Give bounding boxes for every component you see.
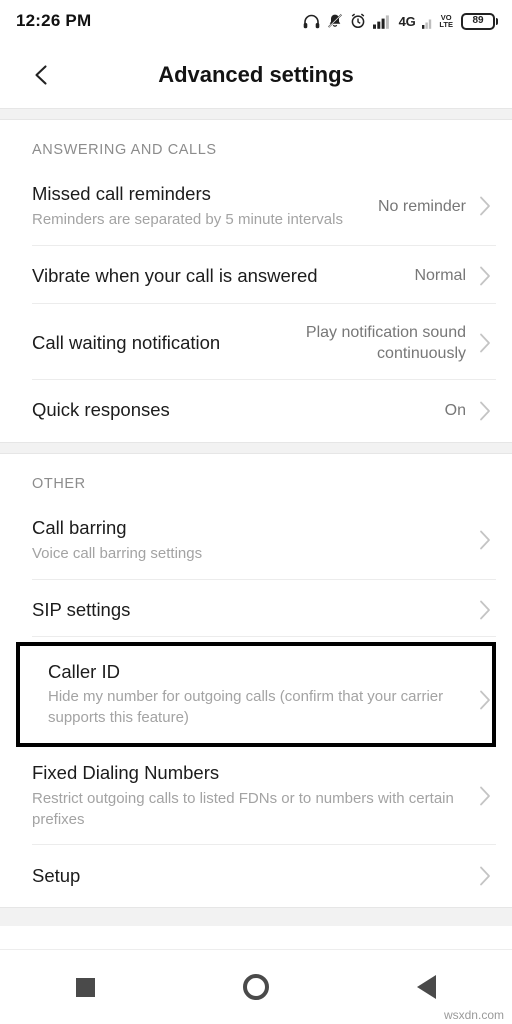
row-caller-id[interactable]: Caller ID Hide my number for outgoing ca… <box>16 641 496 747</box>
recents-button[interactable] <box>45 957 125 1017</box>
row-sip-settings[interactable]: SIP settings <box>0 579 512 642</box>
row-subtitle: Reminders are separated by 5 minute inte… <box>32 210 343 228</box>
chevron-right-icon-caller-id <box>474 690 496 710</box>
row-title: Missed call reminders <box>32 183 211 204</box>
chevron-right-icon <box>474 866 496 886</box>
mute-bell-icon <box>327 13 343 29</box>
chevron-right-icon <box>474 530 496 550</box>
home-button[interactable] <box>216 957 296 1017</box>
battery-level-label: 89 <box>472 15 484 26</box>
row-value: On <box>444 402 466 420</box>
alarm-icon <box>350 13 366 29</box>
row-title: Fixed Dialing Numbers <box>32 761 220 783</box>
status-bar: 12:26 PM 4G VO LTE 89 <box>0 0 512 42</box>
row-title: Call barring <box>32 516 127 538</box>
list-bottom-strip <box>0 907 512 927</box>
battery-cap <box>496 17 498 25</box>
phone-screen: 12:26 PM 4G VO LTE 89 Advanced settings … <box>0 0 512 1024</box>
chevron-right-icon <box>474 401 496 421</box>
row-vibrate-when-answered[interactable]: Vibrate when your call is answered Norma… <box>0 245 512 308</box>
row-call-waiting-notification[interactable]: Call waiting notification Play notificat… <box>0 307 512 380</box>
page-title: Advanced settings <box>158 62 354 87</box>
circle-icon <box>242 974 269 1000</box>
chevron-right-icon <box>474 333 496 353</box>
row-value: Play notification sound continuously <box>305 323 466 363</box>
volte-icon: VO LTE <box>439 13 453 29</box>
status-icon-group: 4G VO LTE 89 <box>303 12 498 30</box>
chevron-right-icon <box>474 196 496 216</box>
row-value: Normal <box>414 267 466 285</box>
chevron-right-icon <box>474 786 496 806</box>
square-icon <box>75 977 95 997</box>
row-quick-responses[interactable]: Quick responses On <box>0 379 512 442</box>
row-fixed-dialing-numbers[interactable]: Fixed Dialing Numbers Restrict outgoing … <box>0 746 512 846</box>
row-title: Call waiting notification <box>32 331 221 353</box>
chevron-right-icon <box>474 600 496 620</box>
battery-icon: 89 <box>461 12 498 30</box>
row-call-barring[interactable]: Call barring Voice call barring settings <box>0 501 512 580</box>
section-separator-top <box>0 108 512 120</box>
row-title: SIP settings <box>32 598 131 620</box>
row-title: Caller ID <box>48 660 120 682</box>
back-arrow-icon[interactable] <box>14 47 70 103</box>
row-title: Quick responses <box>32 399 170 421</box>
watermark: wsxdn.com <box>443 1008 504 1022</box>
signal-bars-2-icon <box>422 14 432 29</box>
headphones-icon <box>303 14 320 29</box>
section-separator-other <box>0 441 512 454</box>
section-header-answering: ANSWERING AND CALLS <box>32 142 217 158</box>
settings-list: ANSWERING AND CALLS Missed call reminder… <box>0 120 512 949</box>
app-bar: Advanced settings <box>0 42 512 108</box>
row-subtitle: Voice call barring settings <box>32 544 203 562</box>
section-header-other: OTHER <box>32 475 86 492</box>
signal-bars-icon <box>372 14 392 29</box>
status-time: 12:26 PM <box>16 11 92 30</box>
triangle-icon <box>417 975 437 999</box>
row-title: Vibrate when your call is answered <box>32 264 318 286</box>
volte-bottom-label: LTE <box>439 20 453 29</box>
row-subtitle: Restrict outgoing calls to listed FDNs o… <box>32 789 454 828</box>
battery-body: 89 <box>461 12 495 30</box>
row-title: Setup <box>32 864 81 886</box>
chevron-right-icon <box>474 266 496 286</box>
row-missed-call-reminders[interactable]: Missed call reminders Reminders are sepa… <box>0 168 512 246</box>
row-subtitle: Hide my number for outgoing calls (confi… <box>48 688 444 727</box>
row-setup[interactable]: Setup <box>0 845 512 908</box>
row-value: No reminder <box>377 197 466 215</box>
network-4g-icon: 4G <box>398 13 416 29</box>
system-navigation-bar: wsxdn.com <box>0 949 512 1024</box>
